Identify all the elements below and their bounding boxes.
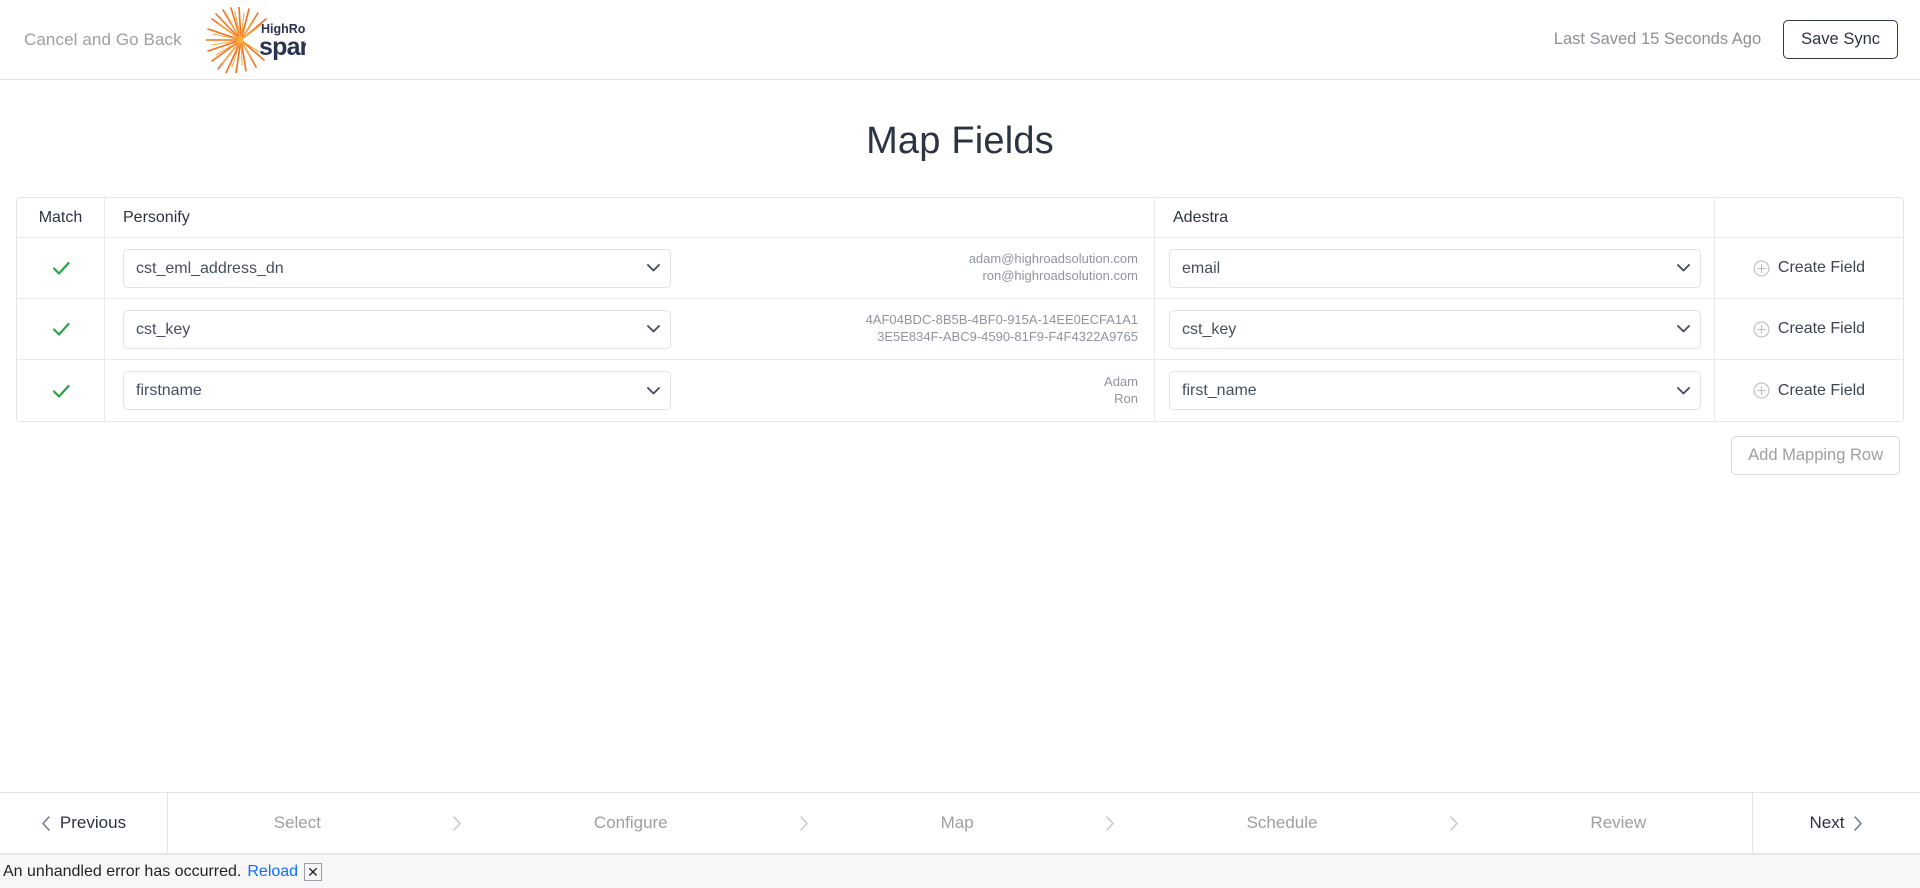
add-mapping-row-button[interactable]: Add Mapping Row [1731,436,1900,475]
table-row: cst_key 4AF04BDC-8B5B-4BF0-915A-14EE0ECF… [17,299,1903,360]
create-field-button[interactable]: Create Field [1747,378,1871,404]
chevron-right-icon [1106,815,1114,831]
plus-circle-icon [1753,382,1770,399]
source-field-select[interactable]: cst_key [123,309,671,349]
target-field-cell: cst_key [1155,299,1715,359]
column-header-match: Match [38,208,83,226]
field-mapping-table: Match Personify Adestra cst_eml_address_… [16,197,1904,422]
action-cell: Create Field [1715,299,1903,359]
sample-value: ron@highroadsolution.com [982,268,1138,283]
source-field-cell: cst_eml_address_dn adam@highroadsolution… [105,238,1155,298]
sample-value: 3E5E834F-ABC9-4590-81F9-F4F4322A9765 [877,329,1138,344]
plus-circle-icon [1753,321,1770,337]
target-select-wrap: email [1169,248,1701,288]
logo-main-text: spark [259,33,306,61]
header-actions: Last Saved 15 Seconds Ago Save Sync [1554,20,1898,59]
sample-value: Adam [1104,373,1138,389]
action-cell: Create Field [1715,360,1903,421]
error-bar: An unhandled error has occurred. Reload … [0,854,1920,888]
check-icon [52,322,70,336]
logo-svg: HighRoad spark [205,6,306,73]
sample-value: Ron [1114,390,1138,406]
cancel-and-go-back-link[interactable]: Cancel and Go Back [24,30,182,50]
target-select-wrap: cst_key [1169,309,1701,349]
sample-values: adam@highroadsolution.com ron@highroadso… [969,251,1154,284]
plus-circle-icon [1753,260,1770,276]
source-select-wrap: cst_eml_address_dn [123,248,671,288]
add-mapping-row-bar: Add Mapping Row [0,422,1920,475]
table-row: cst_eml_address_dn adam@highroadsolution… [17,238,1903,299]
column-header-target-cell: Adestra [1155,198,1715,237]
target-field-select[interactable]: email [1169,248,1701,288]
chevron-right-icon [800,815,808,831]
sample-value: 4AF04BDC-8B5B-4BF0-915A-14EE0ECFA1A1 [865,312,1138,328]
source-select-wrap: firstname [123,371,671,410]
column-header-action-cell [1715,198,1903,237]
page-title: Map Fields [866,120,1054,162]
step-review[interactable]: Review [1590,813,1646,833]
chevron-right-icon [1854,815,1863,831]
target-field-select[interactable]: first_name [1169,371,1701,410]
source-field-select[interactable]: cst_eml_address_dn [123,248,671,288]
create-field-button[interactable]: Create Field [1747,255,1871,281]
chevron-left-icon [42,815,50,831]
create-field-label: Create Field [1777,259,1866,276]
target-field-cell: email [1155,238,1715,298]
close-icon[interactable]: ✕ [304,862,322,881]
sample-values: Adam Ron [1104,374,1154,407]
match-status-cell [17,238,105,298]
column-header-source-cell: Personify [105,198,1155,237]
create-field-button[interactable]: Create Field [1747,316,1871,342]
step-schedule[interactable]: Schedule [1247,813,1318,833]
table-row: firstname Adam Ron first_name Create Fie… [17,360,1903,421]
action-cell: Create Field [1715,238,1903,298]
next-button[interactable]: Next [1752,793,1920,853]
step-select[interactable]: Select [274,813,321,833]
table-header-row: Match Personify Adestra [17,198,1903,238]
target-field-cell: first_name [1155,360,1715,421]
source-field-select[interactable]: firstname [123,371,671,410]
sample-value: adam@highroadsolution.com [968,251,1138,267]
source-field-cell: cst_key 4AF04BDC-8B5B-4BF0-915A-14EE0ECF… [105,299,1155,359]
step-configure[interactable]: Configure [594,813,668,833]
previous-button[interactable]: Previous [0,793,168,853]
source-select-wrap: cst_key [123,309,671,349]
step-map[interactable]: Map [941,813,974,833]
highroad-spark-logo[interactable]: HighRoad spark [205,4,306,76]
source-field-cell: firstname Adam Ron [105,360,1155,421]
reload-link[interactable]: Reload [247,863,298,881]
target-select-wrap: first_name [1169,371,1701,410]
next-label: Next [1809,813,1845,832]
check-icon [52,384,70,398]
sample-values: 4AF04BDC-8B5B-4BF0-915A-14EE0ECFA1A1 3E5… [866,312,1154,345]
create-field-label: Create Field [1777,320,1866,337]
chevron-right-icon [453,815,462,831]
app-header: Cancel and Go Back HighRo spar Last Save… [0,0,1920,80]
match-status-cell [17,299,105,359]
create-field-label: Create Field [1777,381,1866,399]
last-saved-status: Last Saved 15 Seconds Ago [1553,30,1762,48]
column-header-adestra: Adestra [1173,208,1229,226]
previous-label: Previous [59,813,127,832]
match-status-cell [17,360,105,421]
error-message: An unhandled error has occurred. [3,862,242,880]
column-header-match-cell: Match [17,198,105,237]
chevron-right-icon [1450,815,1458,831]
save-sync-button[interactable]: Save Sync [1783,20,1898,59]
check-icon [52,261,70,275]
target-field-select[interactable]: cst_key [1169,309,1701,349]
wizard-steps: Select Configure Map Schedule Review [168,793,1752,853]
wizard-footer: Previous Select Configure Map Schedule R… [0,792,1920,854]
column-header-personify: Personify [123,208,190,226]
